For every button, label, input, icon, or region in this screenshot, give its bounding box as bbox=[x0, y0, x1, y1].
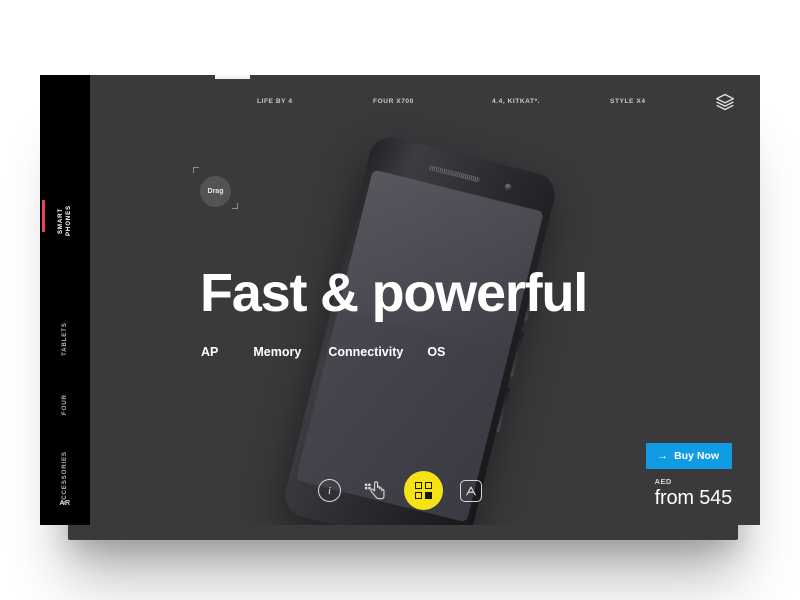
price-value: from 545 bbox=[654, 487, 733, 509]
grid-apps-icon[interactable] bbox=[404, 471, 443, 510]
nav-item-kitkat[interactable]: 4.4, KITKAT*. bbox=[492, 98, 540, 105]
page-title: Fast & powerful bbox=[200, 263, 588, 323]
sidebar-item-label: ACCESSORIES bbox=[61, 451, 68, 505]
layers-icon[interactable] bbox=[715, 92, 735, 112]
tab-indicator-highlight[interactable] bbox=[215, 71, 250, 76]
nav-item-four-x700[interactable]: FOUR X700 bbox=[373, 98, 414, 105]
phone-screen-gloss bbox=[338, 169, 544, 352]
drag-handle[interactable]: Drag bbox=[200, 176, 231, 207]
drag-bracket-bottom-right bbox=[232, 203, 238, 209]
hero-card: SMART PHONES TABLETS FOUR ACCESSORIES AR… bbox=[40, 75, 760, 525]
subnav-item-memory[interactable]: Memory bbox=[253, 345, 301, 359]
hero-subnav: AP Memory Connectivity OS bbox=[201, 345, 445, 359]
sidebar-ar-label[interactable]: AR bbox=[40, 500, 90, 507]
sidebar-item-label: TABLETS bbox=[61, 322, 68, 356]
phone-earpiece bbox=[428, 165, 481, 183]
nav-item-life-by-4[interactable]: LIFE BY 4 bbox=[257, 98, 293, 105]
drag-bracket-top-left bbox=[193, 167, 199, 173]
grid-square-2 bbox=[425, 482, 432, 489]
top-navigation: LIFE BY 4 FOUR X700 4.4, KITKAT*. STYLE … bbox=[90, 75, 760, 130]
grid-square-1 bbox=[415, 482, 422, 489]
phone-body bbox=[280, 132, 560, 525]
bottom-icon-bar: i bbox=[318, 471, 482, 510]
page-root: SMART PHONES TABLETS FOUR ACCESSORIES AR… bbox=[0, 0, 800, 600]
subnav-item-ap[interactable]: AP bbox=[201, 345, 218, 359]
sidebar-item-smart-phones[interactable]: SMART PHONES bbox=[40, 193, 90, 249]
grid-square-4 bbox=[425, 492, 432, 499]
drag-handle-label: Drag bbox=[207, 188, 224, 195]
sidebar-item-four[interactable]: FOUR bbox=[40, 385, 90, 425]
subnav-item-os[interactable]: OS bbox=[427, 345, 445, 359]
buy-now-label: Buy Now bbox=[674, 450, 719, 462]
subnav-item-connectivity[interactable]: Connectivity bbox=[328, 345, 403, 359]
app-store-icon[interactable] bbox=[460, 479, 482, 502]
price-block: AED from 545 bbox=[654, 477, 733, 510]
grid-square-3 bbox=[415, 492, 422, 499]
sidebar: SMART PHONES TABLETS FOUR ACCESSORIES AR bbox=[40, 75, 90, 525]
sidebar-item-tablets[interactable]: TABLETS bbox=[40, 315, 90, 363]
info-icon-glyph: i bbox=[327, 484, 332, 497]
buy-now-button[interactable]: → Buy Now bbox=[646, 443, 732, 469]
sidebar-item-label: SMART PHONES bbox=[57, 205, 72, 237]
info-icon[interactable]: i bbox=[318, 479, 341, 502]
phone-front-camera bbox=[504, 182, 513, 192]
sidebar-item-label: FOUR bbox=[61, 394, 68, 416]
price-currency: AED bbox=[654, 477, 672, 486]
nav-item-style-x4[interactable]: STYLE X4 bbox=[610, 98, 646, 105]
grid-glyph bbox=[415, 482, 432, 499]
arrow-right-icon: → bbox=[657, 449, 669, 462]
touch-gesture-icon[interactable] bbox=[363, 478, 388, 503]
